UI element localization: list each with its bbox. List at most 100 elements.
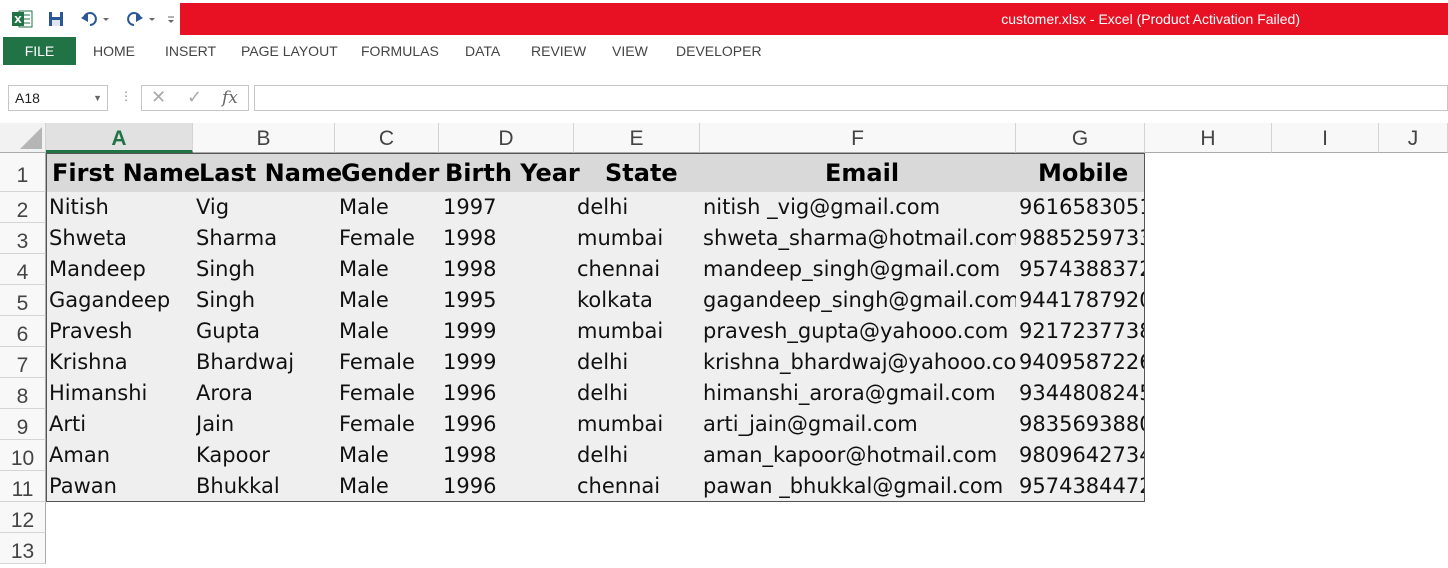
cell-last-name[interactable]: Kapoor [196, 440, 335, 471]
cell-first-name[interactable]: Pawan [49, 471, 193, 502]
row-header-2[interactable]: 2 [0, 192, 46, 223]
cell-state[interactable]: delhi [577, 440, 699, 471]
cell-first-name[interactable]: Krishna [49, 347, 193, 378]
column-header-b[interactable]: B [193, 123, 335, 153]
cell-last-name[interactable]: Gupta [196, 316, 335, 347]
cell-last-name[interactable]: Bhardwaj [196, 347, 335, 378]
column-header-j[interactable]: J [1379, 123, 1448, 153]
cell-mobile[interactable]: 9217237738 [1019, 316, 1144, 347]
undo-icon[interactable] [78, 7, 112, 31]
tab-data[interactable]: DATA [465, 37, 500, 65]
select-all-button[interactable] [0, 123, 46, 153]
cell-first-name[interactable]: Pravesh [49, 316, 193, 347]
tab-file[interactable]: FILE [3, 37, 76, 65]
row-header-4[interactable]: 4 [0, 254, 46, 285]
cell-mobile[interactable]: 9574384472 [1019, 471, 1144, 502]
cell-birth-year[interactable]: 1998 [443, 254, 574, 285]
cell-state[interactable]: mumbai [577, 409, 699, 440]
cell-mobile[interactable]: 9885259733 [1019, 223, 1144, 254]
cell-mobile[interactable]: 9809642734 [1019, 440, 1144, 471]
cell-gender[interactable]: Male [339, 254, 439, 285]
tab-developer[interactable]: DEVELOPER [676, 37, 762, 65]
row-header-7[interactable]: 7 [0, 347, 46, 378]
cell-email[interactable]: aman_kapoor@hotmail.com [703, 440, 1016, 471]
cell-last-name[interactable]: Sharma [196, 223, 335, 254]
row-header-11[interactable]: 11 [0, 471, 46, 502]
save-icon[interactable] [44, 7, 68, 31]
cell-email[interactable]: nitish _vig@gmail.com [703, 192, 1016, 223]
cell-gender[interactable]: Male [339, 471, 439, 502]
cell-email[interactable]: gagandeep_singh@gmail.com [703, 285, 1016, 316]
cell-last-name[interactable]: Arora [196, 378, 335, 409]
cell-state[interactable]: delhi [577, 347, 699, 378]
cell-state[interactable]: mumbai [577, 223, 699, 254]
tab-review[interactable]: REVIEW [531, 37, 586, 65]
cell-birth-year[interactable]: 1997 [443, 192, 574, 223]
cell-last-name[interactable]: Singh [196, 254, 335, 285]
cell-mobile[interactable]: 9441787920 [1019, 285, 1144, 316]
column-header-f[interactable]: F [700, 123, 1016, 153]
column-header-d[interactable]: D [439, 123, 574, 153]
cell-birth-year[interactable]: 1998 [443, 223, 574, 254]
header-cell-mobile[interactable]: Mobile [1038, 154, 1128, 193]
cell-state[interactable]: chennai [577, 254, 699, 285]
tab-formulas[interactable]: FORMULAS [361, 37, 439, 65]
cell-mobile[interactable]: 9616583051 [1019, 192, 1144, 223]
cell-gender[interactable]: Female [339, 223, 439, 254]
cell-first-name[interactable]: Himanshi [49, 378, 193, 409]
cell-birth-year[interactable]: 1996 [443, 471, 574, 502]
cell-first-name[interactable]: Arti [49, 409, 193, 440]
column-header-c[interactable]: C [335, 123, 439, 153]
enter-icon[interactable]: ✓ [187, 87, 202, 108]
header-cell-state[interactable]: State [605, 154, 678, 193]
header-cell-birth-year[interactable]: Birth Year [445, 154, 580, 193]
column-header-e[interactable]: E [574, 123, 700, 153]
formula-input[interactable] [254, 85, 1448, 111]
cell-last-name[interactable]: Jain [196, 409, 335, 440]
cell-last-name[interactable]: Bhukkal [196, 471, 335, 502]
row-header-10[interactable]: 10 [0, 440, 46, 471]
cell-gender[interactable]: Male [339, 440, 439, 471]
cell-state[interactable]: kolkata [577, 285, 699, 316]
cell-first-name[interactable]: Aman [49, 440, 193, 471]
cell-email[interactable]: himanshi_arora@gmail.com [703, 378, 1016, 409]
cell-email[interactable]: pravesh_gupta@yahooo.com [703, 316, 1016, 347]
header-cell-last-name[interactable]: Last Name [199, 154, 342, 193]
header-cell-first-name[interactable]: First Name [52, 154, 200, 193]
chevron-down-icon[interactable]: ▼ [93, 86, 102, 110]
cell-birth-year[interactable]: 1996 [443, 409, 574, 440]
cell-birth-year[interactable]: 1999 [443, 347, 574, 378]
row-header-6[interactable]: 6 [0, 316, 46, 347]
cell-state[interactable]: delhi [577, 192, 699, 223]
cell-gender[interactable]: Female [339, 347, 439, 378]
cell-email[interactable]: pawan _bhukkal@gmail.com [703, 471, 1016, 502]
cell-gender[interactable]: Female [339, 409, 439, 440]
cell-first-name[interactable]: Shweta [49, 223, 193, 254]
header-cell-email[interactable]: Email [825, 154, 899, 193]
row-header-3[interactable]: 3 [0, 223, 46, 254]
cell-gender[interactable]: Male [339, 316, 439, 347]
cell-mobile[interactable]: 9344808245 [1019, 378, 1144, 409]
column-header-g[interactable]: G [1016, 123, 1145, 153]
row-header-12[interactable]: 12 [0, 502, 46, 533]
worksheet-grid[interactable]: ABCDEFGHIJ 1 2 3 4 5 6 7 8 9 10 11 12 13 First Name L… [0, 123, 1448, 568]
customize-qat-icon[interactable] [164, 7, 178, 31]
cell-gender[interactable]: Female [339, 378, 439, 409]
cancel-icon[interactable]: ✕ [151, 87, 166, 108]
column-header-i[interactable]: I [1272, 123, 1379, 153]
cell-birth-year[interactable]: 1995 [443, 285, 574, 316]
cell-email[interactable]: krishna_bhardwaj@yahooo.con [703, 347, 1016, 378]
header-cell-gender[interactable]: Gender [341, 154, 439, 193]
cell-first-name[interactable]: Nitish [49, 192, 193, 223]
cell-state[interactable]: delhi [577, 378, 699, 409]
column-header-a[interactable]: A [46, 123, 193, 153]
tab-view[interactable]: VIEW [612, 37, 648, 65]
cell-first-name[interactable]: Mandeep [49, 254, 193, 285]
row-header-9[interactable]: 9 [0, 409, 46, 440]
cell-mobile[interactable]: 9574388372 [1019, 254, 1144, 285]
row-header-5[interactable]: 5 [0, 285, 46, 316]
tab-home[interactable]: HOME [93, 37, 135, 65]
cell-last-name[interactable]: Vig [196, 192, 335, 223]
tab-page-layout[interactable]: PAGE LAYOUT [241, 37, 338, 65]
row-header-13[interactable]: 13 [0, 533, 46, 564]
